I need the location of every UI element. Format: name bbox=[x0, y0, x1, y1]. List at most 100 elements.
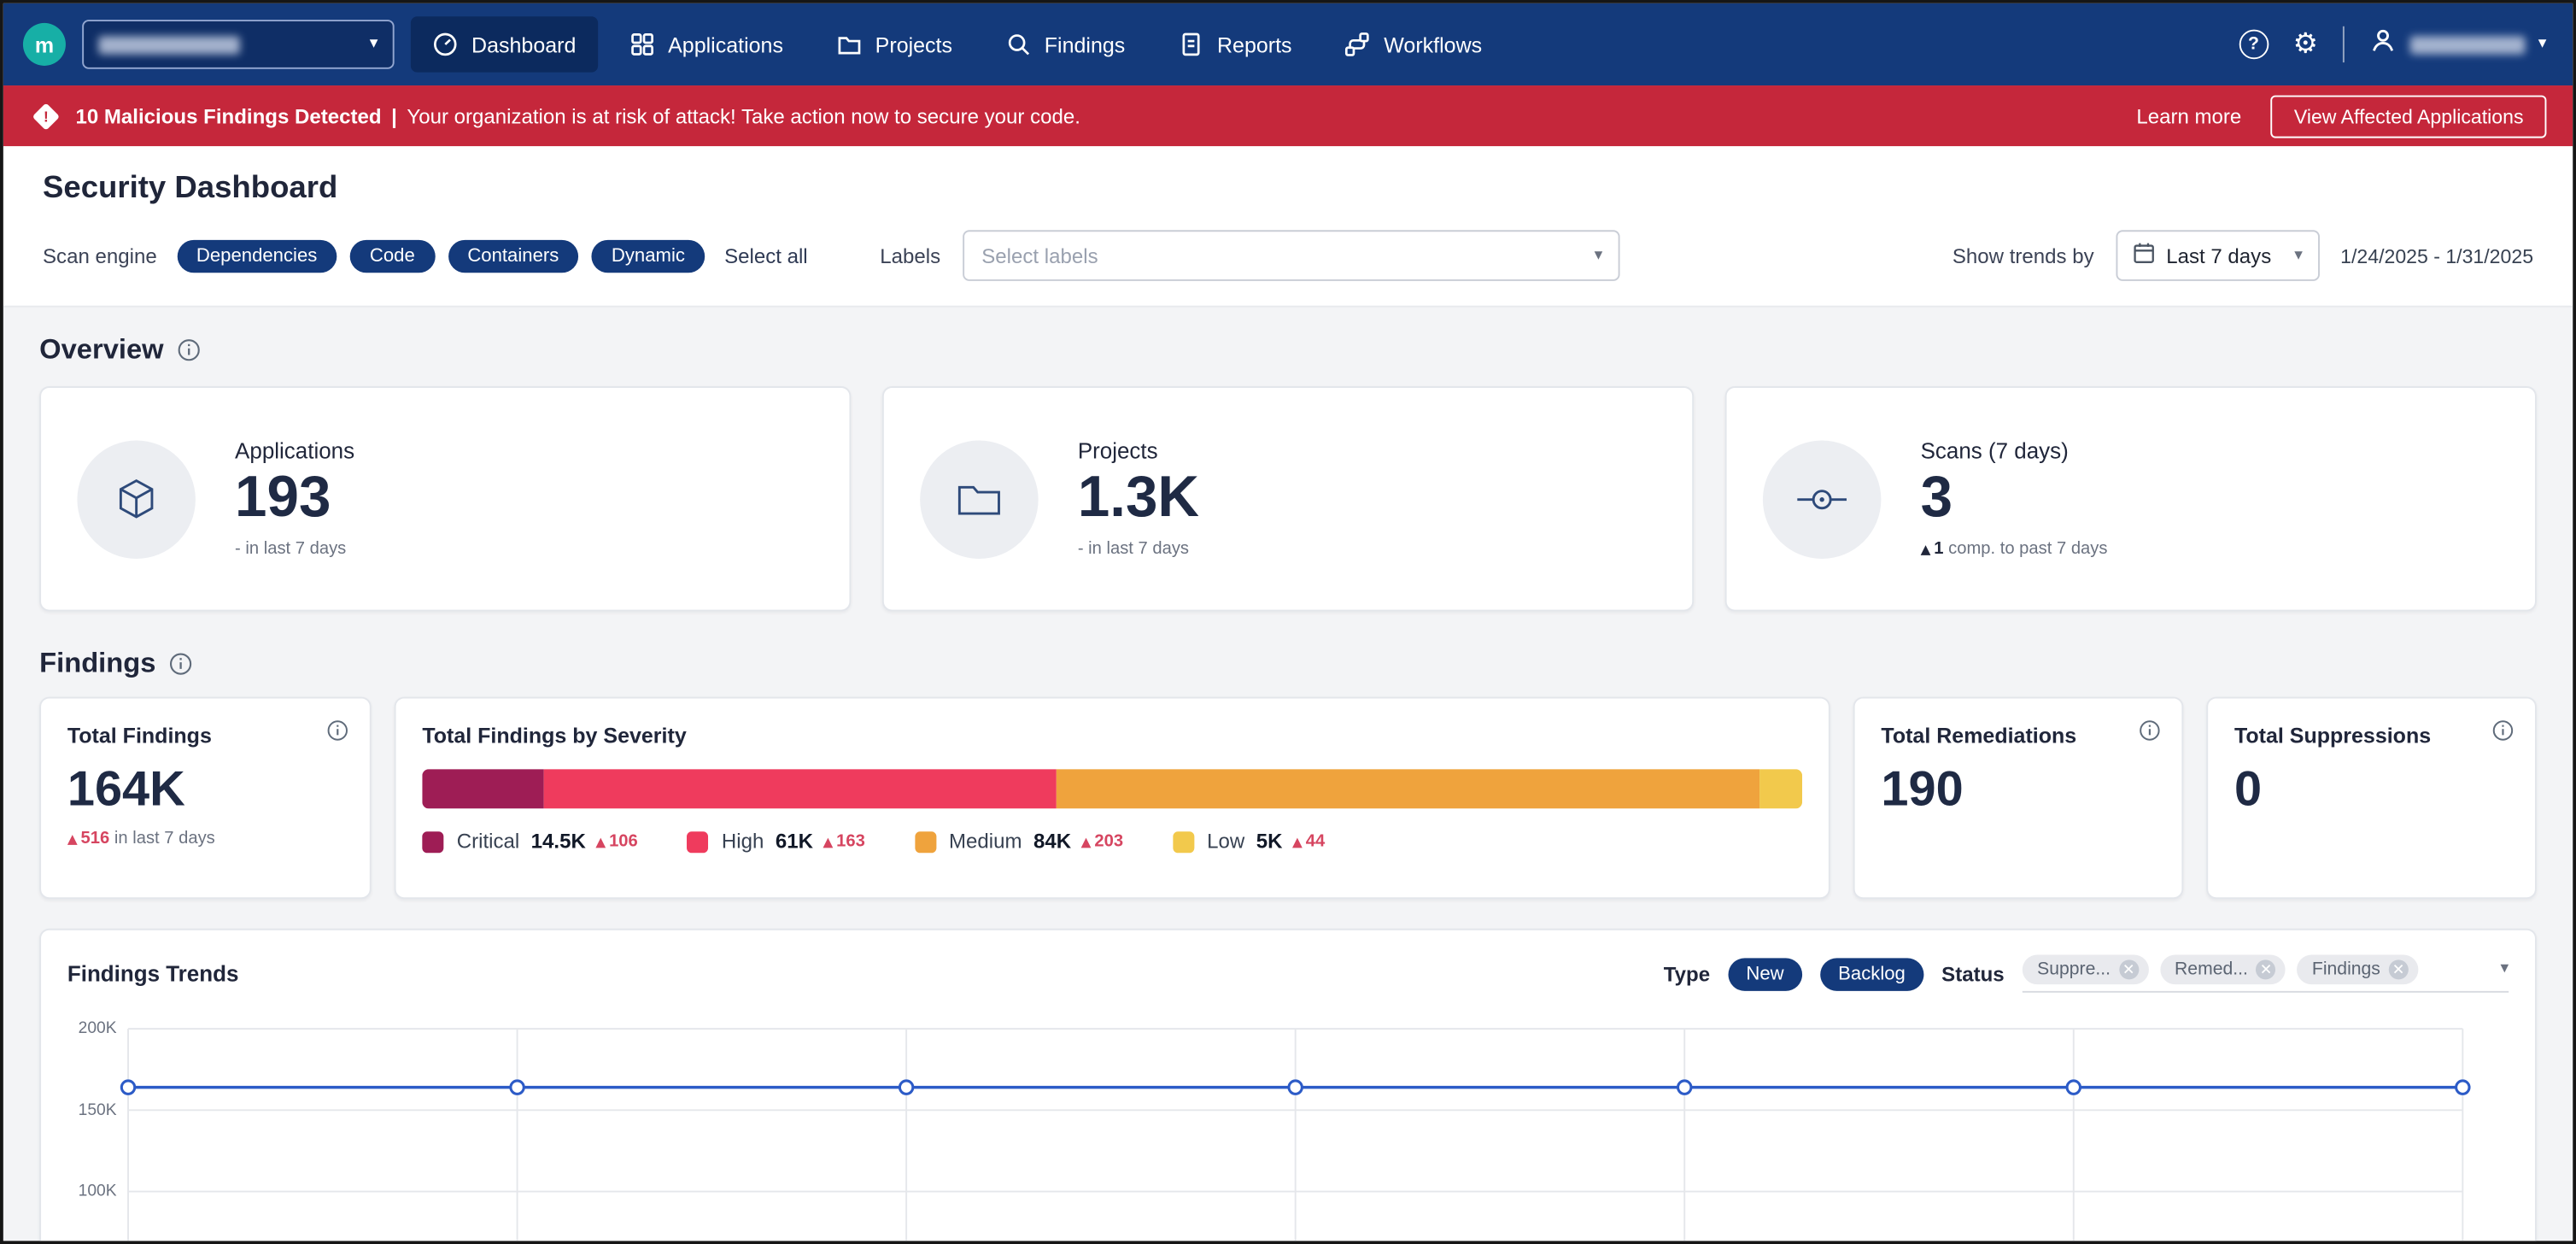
nav-findings[interactable]: Findings bbox=[984, 16, 1147, 72]
trend-period-select[interactable]: Last 7 days ▾ bbox=[2116, 230, 2320, 281]
nav-label: Workflows bbox=[1384, 32, 1482, 57]
severity-value: 61K bbox=[776, 830, 813, 853]
mend-logo[interactable]: m bbox=[23, 23, 66, 66]
org-selector[interactable]: ▾ bbox=[82, 20, 394, 69]
trend-controls: Show trends by Last 7 days ▾ 1/24/2025 -… bbox=[1952, 230, 2533, 281]
card-label: Scans (7 days) bbox=[1921, 439, 2108, 464]
warning-diamond-icon: ! bbox=[32, 102, 61, 130]
engine-pill-containers[interactable]: Containers bbox=[448, 239, 578, 272]
delta-up: 516 bbox=[67, 828, 109, 848]
projects-card: Projects 1.3K - in last 7 days bbox=[882, 386, 1694, 612]
help-icon[interactable]: ? bbox=[2239, 30, 2269, 60]
main-nav: Dashboard Applications Projects Findings… bbox=[411, 16, 1503, 72]
engine-pills: Dependencies Code Containers Dynamic bbox=[177, 239, 705, 272]
severity-swatch bbox=[915, 830, 936, 852]
scan-engine-label: Scan engine bbox=[43, 244, 157, 267]
severity-name: Medium bbox=[949, 830, 1022, 853]
total-findings-card: Total Findings 164K 516 in last 7 days bbox=[39, 697, 372, 900]
date-range: 1/24/2025 - 1/31/2025 bbox=[2340, 244, 2533, 267]
engine-pill-code[interactable]: Code bbox=[350, 239, 435, 272]
severity-segment-medium bbox=[1056, 769, 1760, 808]
chip-remove-icon[interactable]: ✕ bbox=[2388, 959, 2408, 979]
info-icon[interactable] bbox=[2139, 719, 2160, 741]
legend-item-high: High 61K 163 bbox=[688, 830, 865, 853]
card-content: Projects 1.3K - in last 7 days bbox=[1078, 439, 1199, 558]
severity-bar bbox=[422, 769, 1802, 808]
findings-section-header: Findings bbox=[39, 612, 2537, 681]
chevron-down-icon: ▾ bbox=[2538, 36, 2547, 52]
view-affected-applications-button[interactable]: View Affected Applications bbox=[2271, 95, 2546, 138]
nav-label: Projects bbox=[875, 32, 952, 57]
overview-section-header: Overview bbox=[39, 308, 2537, 367]
chip-remove-icon[interactable]: ✕ bbox=[2257, 959, 2276, 979]
type-pill-backlog[interactable]: Backlog bbox=[1820, 957, 1923, 989]
card-title: Total Findings by Severity bbox=[422, 723, 1802, 748]
severity-delta: 163 bbox=[823, 831, 864, 851]
severity-segment-critical bbox=[422, 769, 543, 808]
nav-workflows[interactable]: Workflows bbox=[1323, 16, 1503, 72]
settings-gear-icon[interactable]: ⚙ bbox=[2293, 31, 2318, 59]
calendar-icon bbox=[2132, 242, 2155, 270]
info-icon[interactable] bbox=[169, 653, 192, 676]
arrow-up-icon bbox=[67, 831, 78, 846]
labels-input[interactable] bbox=[981, 244, 1594, 267]
legend-item-low: Low 5K 44 bbox=[1173, 830, 1325, 853]
severity-delta: 203 bbox=[1081, 831, 1123, 851]
trends-plot[interactable] bbox=[128, 1029, 2462, 1244]
engine-pill-dependencies[interactable]: Dependencies bbox=[177, 239, 337, 272]
type-pill-new[interactable]: New bbox=[1728, 957, 1802, 989]
workflow-icon bbox=[1344, 32, 1371, 58]
severity-segment-high bbox=[544, 769, 1056, 808]
select-all-link[interactable]: Select all bbox=[724, 244, 808, 267]
cube-icon bbox=[77, 440, 195, 558]
severity-delta: 44 bbox=[1292, 831, 1325, 851]
chip-label: Suppre... bbox=[2037, 959, 2111, 979]
divider bbox=[2343, 26, 2345, 62]
severity-swatch bbox=[1173, 830, 1194, 852]
legend-item-critical: Critical 14.5K 106 bbox=[422, 830, 637, 853]
y-tick-label: 150K bbox=[79, 1101, 117, 1119]
trends-controls: Type New Backlog Status Suppre... ✕ Reme… bbox=[1664, 955, 2509, 993]
chip-remove-icon[interactable]: ✕ bbox=[2119, 959, 2139, 979]
filter-bar: Scan engine Dependencies Code Containers… bbox=[43, 230, 2533, 305]
card-note: 516 in last 7 days bbox=[67, 828, 343, 848]
nav-label: Dashboard bbox=[471, 32, 576, 57]
card-label: Projects bbox=[1078, 439, 1199, 464]
nav-label: Applications bbox=[668, 32, 783, 57]
severity-name: High bbox=[722, 830, 764, 853]
info-icon[interactable] bbox=[327, 719, 348, 741]
alert-separator: | bbox=[391, 104, 397, 127]
alert-message: Your organization is at risk of attack! … bbox=[407, 104, 1080, 127]
engine-pill-dynamic[interactable]: Dynamic bbox=[592, 239, 705, 272]
nav-dashboard[interactable]: Dashboard bbox=[411, 16, 598, 72]
page-title: Security Dashboard bbox=[43, 171, 2533, 207]
learn-more-link[interactable]: Learn more bbox=[2136, 104, 2241, 127]
nav-label: Findings bbox=[1045, 32, 1126, 57]
chevron-down-icon: ▾ bbox=[2501, 961, 2509, 977]
user-name-redacted bbox=[2410, 35, 2526, 53]
nav-applications[interactable]: Applications bbox=[607, 16, 805, 72]
severity-swatch bbox=[422, 830, 443, 852]
y-tick-label: 200K bbox=[79, 1020, 117, 1038]
scan-node-icon bbox=[1763, 440, 1881, 558]
type-label: Type bbox=[1664, 962, 1710, 985]
scans-card: Scans (7 days) 3 1 comp. to past 7 days bbox=[1725, 386, 2537, 612]
info-icon[interactable] bbox=[2492, 719, 2514, 741]
top-navigation: m ▾ Dashboard Applications Projects Find… bbox=[3, 3, 2573, 85]
severity-value: 84K bbox=[1033, 830, 1071, 853]
info-icon[interactable] bbox=[177, 338, 200, 361]
card-note: - in last 7 days bbox=[1078, 538, 1199, 558]
labels-select[interactable]: ▾ bbox=[963, 230, 1620, 281]
trends-title: Findings Trends bbox=[67, 961, 239, 986]
card-title: Total Findings bbox=[67, 723, 343, 748]
findings-cards: Total Findings 164K 516 in last 7 days T… bbox=[39, 697, 2537, 900]
nav-reports[interactable]: Reports bbox=[1156, 16, 1314, 72]
y-tick-label: 100K bbox=[79, 1182, 117, 1200]
status-label: Status bbox=[1941, 962, 2004, 985]
apps-grid-icon bbox=[629, 32, 655, 58]
nav-projects[interactable]: Projects bbox=[815, 16, 975, 72]
status-multiselect[interactable]: Suppre... ✕ Remed... ✕ Findings ✕ ▾ bbox=[2023, 955, 2509, 993]
topnav-right: ? ⚙ ▾ bbox=[2239, 26, 2546, 62]
user-menu[interactable]: ▾ bbox=[2369, 26, 2547, 62]
report-icon bbox=[1178, 32, 1204, 58]
